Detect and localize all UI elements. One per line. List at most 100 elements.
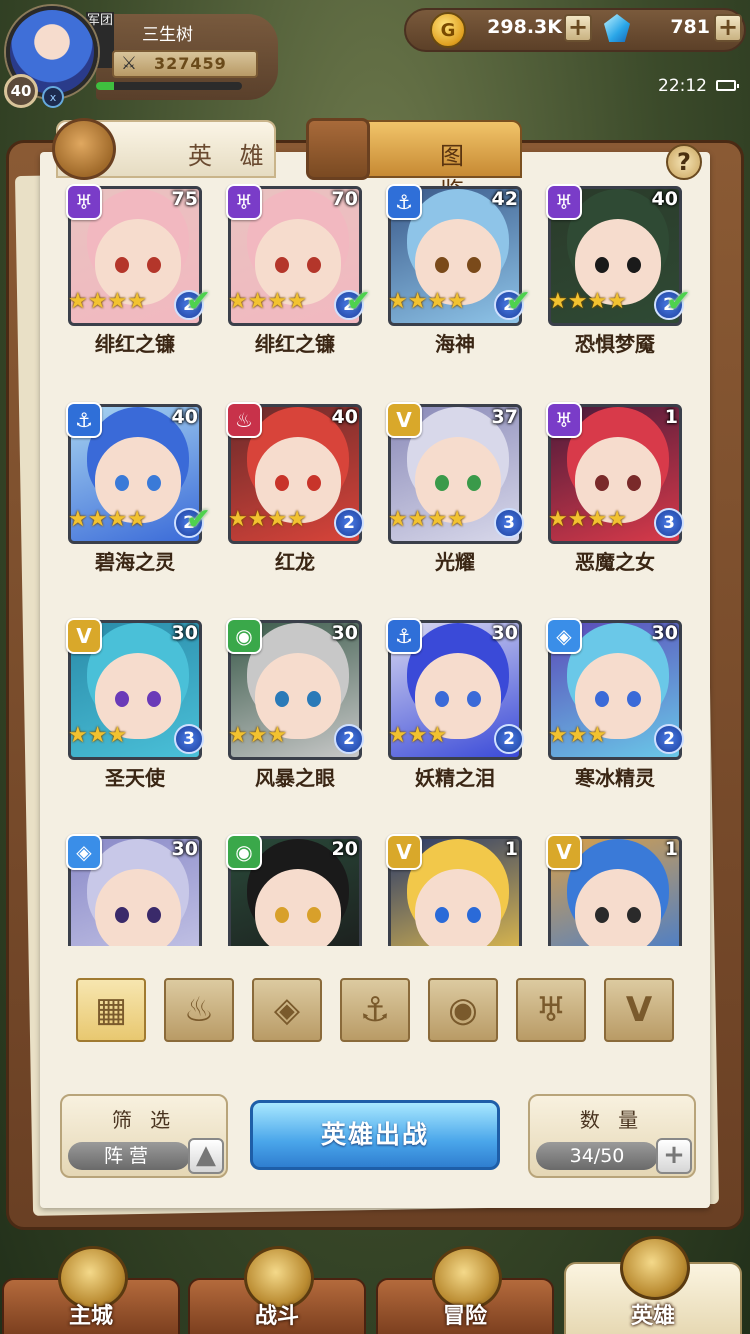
faction-filter-beast[interactable]: ◉ [428, 978, 498, 1042]
hero-face [255, 869, 341, 946]
expand-capacity-button[interactable]: + [656, 1138, 692, 1174]
hero-name: 风暴之眼 [255, 766, 335, 790]
add-diamond-button[interactable]: + [714, 14, 742, 42]
hero-eye [275, 475, 289, 491]
hero-card[interactable]: ⚓ 30 ★ ★ ★ 2 妖精之泪 [364, 618, 524, 818]
star-icon: ★ [427, 507, 448, 532]
star-icon: ★ [587, 723, 608, 748]
hero-face [575, 869, 661, 946]
hero-eye [595, 691, 609, 707]
hero-eye [627, 691, 641, 707]
nav-tab-3[interactable]: 英雄 [564, 1236, 742, 1334]
star-icon: ★ [447, 289, 467, 314]
hero-eye [275, 691, 289, 707]
filter-title: 筛 选 [111, 1108, 177, 1132]
add-gold-button[interactable]: + [564, 14, 592, 42]
deploy-heroes-button[interactable]: 英雄出战 [250, 1100, 500, 1170]
player-name: 三生树 [142, 25, 193, 45]
hero-card[interactable]: ◈ 30 [44, 834, 204, 946]
hero-eye [275, 907, 289, 923]
hero-card[interactable]: ♅ 1 ★ ★ ★ ★ 3 恶魔之女 [524, 402, 684, 602]
star-icon: ★ [87, 507, 108, 532]
hero-name: 圣天使 [105, 766, 165, 790]
hero-name: 寒冰精灵 [575, 766, 655, 790]
sea-faction-icon: ⚓ [386, 184, 422, 220]
hero-eye [467, 691, 481, 707]
star-icon: ★ [427, 289, 448, 314]
hero-rank-badge: 3 [174, 724, 204, 754]
hero-eye [467, 475, 481, 491]
hero-eye [627, 907, 641, 923]
hero-level: 70 [331, 188, 358, 210]
hero-name: 恶魔之女 [575, 550, 655, 574]
hero-eye [147, 691, 161, 707]
filter-value[interactable]: 阵营 [68, 1142, 190, 1170]
light-filter-icon: V [625, 990, 653, 1030]
status-clock: 22:12 [658, 76, 707, 96]
nav-tab-2[interactable]: 冒险 [376, 1246, 554, 1334]
hero-level: 40 [171, 406, 198, 428]
hero-stars: ★ ★ ★ ★ [388, 290, 467, 314]
star-icon: ★ [127, 289, 147, 314]
star-icon: ★ [247, 289, 268, 314]
hero-eye [595, 475, 609, 491]
hero-card[interactable]: ♅ 75 ★ ★ ★ ★ 2 ✔ 绯红之镰 [44, 184, 211, 384]
hero-level: 30 [171, 838, 198, 860]
player-level-badge: 40 [4, 74, 38, 108]
hero-rank-badge: 2 [334, 724, 364, 754]
dark-filter-icon: ♅ [535, 990, 567, 1030]
hero-stars: ★ ★ ★ [548, 724, 607, 748]
hero-eye [307, 691, 321, 707]
hero-count-title: 数 量 [579, 1108, 645, 1132]
hero-card[interactable]: V1 [364, 834, 524, 946]
hero-stars: ★ ★ ★ ★ [548, 290, 627, 314]
hero-card[interactable]: V 37 ★ ★ ★ ★ 3 光耀 [364, 402, 524, 602]
hero-eye [467, 257, 481, 273]
star-icon: ★ [567, 723, 588, 748]
hero-face [95, 869, 181, 946]
hero-card[interactable]: V1 [524, 834, 684, 946]
star-icon: ★ [407, 507, 428, 532]
hero-card[interactable]: ⚓ 42 ★ ★ ★ ★ 2 ✔ 海神 [364, 184, 531, 384]
hero-card[interactable]: ♅ 40 ★ ★ ★ ★ 2 ✔ 恐惧梦魇 [524, 184, 691, 384]
exp-bar [96, 82, 242, 90]
hero-stars: ★ ★ ★ ★ [228, 290, 307, 314]
hero-eye [147, 907, 161, 923]
hero-level: 30 [651, 622, 678, 644]
nav-tab-0[interactable]: 主城 [2, 1246, 180, 1334]
hero-level: 20 [331, 838, 358, 860]
hero-eye [467, 907, 481, 923]
hero-card[interactable]: ♅ 70 ★ ★ ★ ★ 2 ✔ 绯红之镰 [204, 184, 371, 384]
filter-toggle-button[interactable]: ▲ [188, 1138, 224, 1174]
tab-heroes[interactable]: 英 雄 [52, 118, 276, 180]
star-icon: ★ [407, 723, 428, 748]
vip-badge: x [42, 86, 64, 108]
hero-card[interactable]: ⚓ 40 ★ ★ ★ ★ 2 ✔ 碧海之灵 [44, 402, 211, 602]
faction-filter-fire[interactable]: ♨ [164, 978, 234, 1042]
hero-rank-badge: 3 [494, 508, 524, 538]
nav-tab-1[interactable]: 战斗 [188, 1246, 366, 1334]
hero-card[interactable]: ◈ 30 ★ ★ ★ 2 寒冰精灵 [524, 618, 684, 818]
light-faction-icon: V [386, 834, 422, 870]
magnifier-book-icon [306, 118, 370, 180]
filter-panel: 筛 选 阵营 ▲ [60, 1094, 228, 1178]
hero-grid[interactable]: ♅ 75 ★ ★ ★ ★ 2 ✔ 绯红之镰 ♅ 70 ★ ★ ★ ★ 2 ✔ 绯红之镰 ⚓ 42 ★ ★ ★ ★ 2 ✔ 海神 ♅ 40… [44, 184, 706, 946]
hero-eye [147, 257, 161, 273]
star-icon: ★ [247, 507, 268, 532]
hero-level: 1 [664, 838, 678, 860]
hero-card[interactable]: ◉ 20 [204, 834, 364, 946]
faction-filter-ice[interactable]: ◈ [252, 978, 322, 1042]
hero-name: 红龙 [275, 550, 315, 574]
star-icon: ★ [267, 723, 288, 748]
faction-filter-dark[interactable]: ♅ [516, 978, 586, 1042]
faction-filter-all[interactable]: ▦ [76, 978, 146, 1042]
faction-filter-light[interactable]: V [604, 978, 674, 1042]
faction-filter-sea[interactable]: ⚓ [340, 978, 410, 1042]
star-icon: ★ [548, 507, 568, 532]
hero-card[interactable]: V 30 ★ ★ ★ 3 圣天使 [44, 618, 204, 818]
hero-card[interactable]: ◉ 30 ★ ★ ★ 2 风暴之眼 [204, 618, 364, 818]
hero-card[interactable]: ♨ 40 ★ ★ ★ ★ 2 红龙 [204, 402, 364, 602]
fire-filter-icon: ♨ [183, 990, 215, 1030]
help-button[interactable]: ? [666, 144, 702, 180]
tab-codex[interactable]: 图 鉴 [306, 118, 522, 205]
